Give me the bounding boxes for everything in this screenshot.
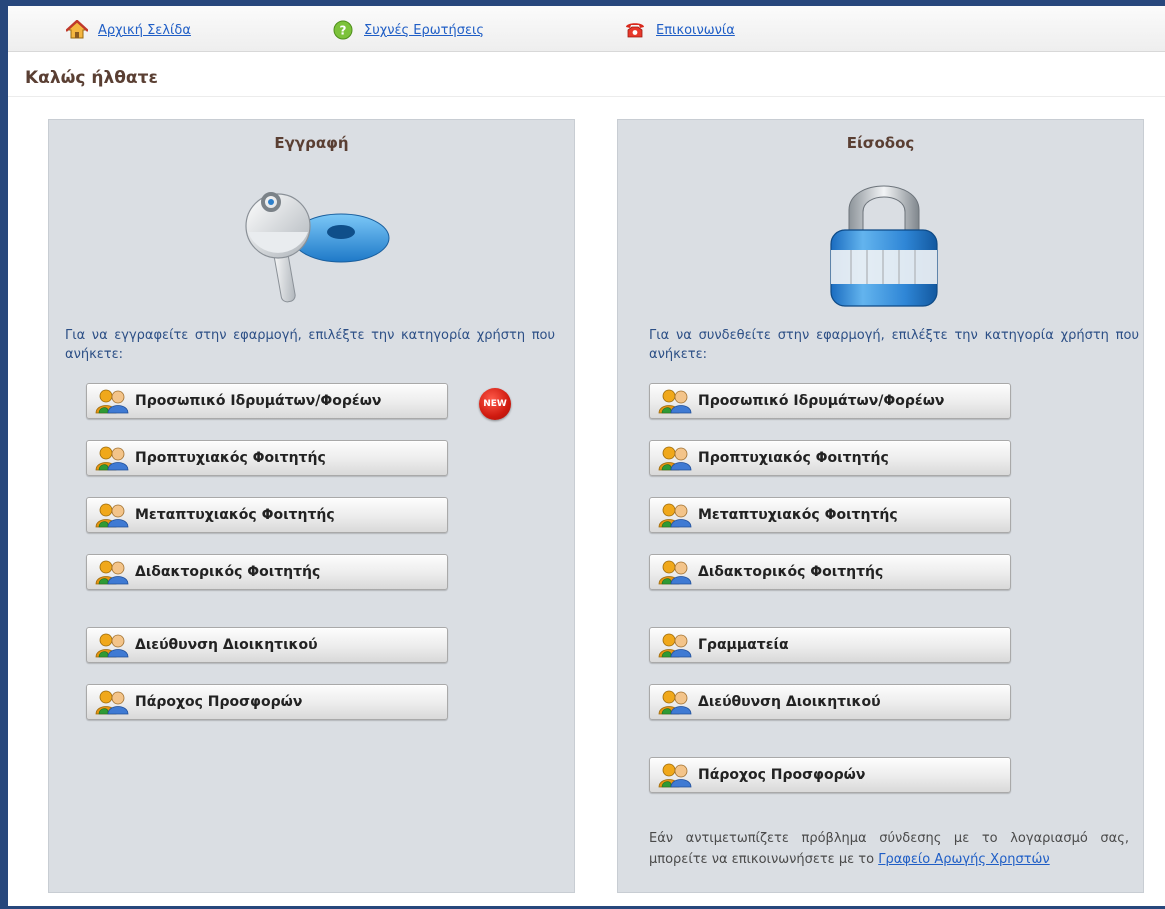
users-icon xyxy=(658,388,692,414)
users-icon xyxy=(95,559,129,585)
users-icon xyxy=(658,689,692,715)
users-icon xyxy=(95,502,129,528)
top-navigation: Αρχική Σελίδα ? Συχνές Ερωτήσεις Επικοιν… xyxy=(8,6,1165,52)
login-admin-directorate-label: Διεύθυνση Διοικητικού xyxy=(698,694,881,710)
register-postgraduate-label: Μεταπτυχιακός Φοιτητής xyxy=(135,507,335,523)
telephone-icon xyxy=(626,23,644,38)
login-secretariat-label: Γραμματεία xyxy=(698,637,789,653)
login-help-note: Εάν αντιμετωπίζετε πρόβλημα σύνδεσης με … xyxy=(649,828,1129,870)
svg-text:?: ? xyxy=(340,24,347,38)
login-offer-provider-label: Πάροχος Προσφορών xyxy=(698,767,866,783)
login-doctoral-button[interactable]: Διδακτορικός Φοιτητής xyxy=(649,554,1011,590)
users-icon xyxy=(658,559,692,585)
register-admin-directorate-button[interactable]: Διεύθυνση Διοικητικού xyxy=(86,627,448,663)
window-frame-left xyxy=(0,0,8,909)
nav-contact[interactable]: Επικοινωνία xyxy=(624,20,735,40)
users-icon xyxy=(95,632,129,658)
register-undergraduate-button[interactable]: Προπτυχιακός Φοιτητής xyxy=(86,440,448,476)
home-link[interactable]: Αρχική Σελίδα xyxy=(98,23,191,38)
page-title: Καλώς ήλθατε xyxy=(25,68,158,88)
login-undergraduate-label: Προπτυχιακός Φοιτητής xyxy=(698,450,889,466)
login-secretariat-button[interactable]: Γραμματεία xyxy=(649,627,1011,663)
contact-link[interactable]: Επικοινωνία xyxy=(656,23,735,38)
login-postgraduate-button[interactable]: Μεταπτυχιακός Φοιτητής xyxy=(649,497,1011,533)
users-icon xyxy=(658,632,692,658)
login-panel: Είσοδος Για να συνδεθείτε στην εφαρμογή,… xyxy=(617,119,1144,893)
title-divider xyxy=(8,96,1165,97)
login-doctoral-label: Διδακτορικός Φοιτητής xyxy=(698,564,884,580)
faq-link[interactable]: Συχνές Ερωτήσεις xyxy=(364,23,484,38)
register-heading: Εγγραφή xyxy=(274,134,349,152)
users-icon xyxy=(658,762,692,788)
login-instructions: Για να συνδεθείτε στην εφαρμογή, επιλέξτ… xyxy=(649,328,1139,362)
users-icon xyxy=(658,445,692,471)
login-staff-button[interactable]: Προσωπικό Ιδρυμάτων/Φορέων xyxy=(649,383,1011,419)
house-icon xyxy=(66,20,88,39)
register-undergraduate-label: Προπτυχιακός Φοιτητής xyxy=(135,450,326,466)
login-heading: Είσοδος xyxy=(846,134,915,152)
register-panel: Εγγραφή Για να εγγραφείτε στην εφαρμογή,… xyxy=(48,119,575,893)
register-staff-button[interactable]: Προσωπικό Ιδρυμάτων/Φορέων xyxy=(86,383,448,419)
login-admin-directorate-button[interactable]: Διεύθυνση Διοικητικού xyxy=(649,684,1011,720)
question-icon: ? xyxy=(333,20,353,40)
new-badge: NEW xyxy=(479,388,511,420)
login-staff-label: Προσωπικό Ιδρυμάτων/Φορέων xyxy=(698,393,945,409)
nav-home[interactable]: Αρχική Σελίδα xyxy=(66,20,191,40)
helpdesk-link[interactable]: Γραφείο Αρωγής Χρηστών xyxy=(878,852,1050,867)
users-icon xyxy=(658,502,692,528)
login-postgraduate-label: Μεταπτυχιακός Φοιτητής xyxy=(698,507,898,523)
register-offer-provider-label: Πάροχος Προσφορών xyxy=(135,694,303,710)
register-staff-label: Προσωπικό Ιδρυμάτων/Φορέων xyxy=(135,393,382,409)
nav-faq[interactable]: ? Συχνές Ερωτήσεις xyxy=(332,20,484,40)
login-undergraduate-button[interactable]: Προπτυχιακός Φοιτητής xyxy=(649,440,1011,476)
register-postgraduate-button[interactable]: Μεταπτυχιακός Φοιτητής xyxy=(86,497,448,533)
login-offer-provider-button[interactable]: Πάροχος Προσφορών xyxy=(649,757,1011,793)
keys-icon xyxy=(245,192,390,303)
register-doctoral-label: Διδακτορικός Φοιτητής xyxy=(135,564,321,580)
register-admin-directorate-label: Διεύθυνση Διοικητικού xyxy=(135,637,318,653)
users-icon xyxy=(95,445,129,471)
users-icon xyxy=(95,388,129,414)
users-icon xyxy=(95,689,129,715)
register-offer-provider-button[interactable]: Πάροχος Προσφορών xyxy=(86,684,448,720)
register-instructions: Για να εγγραφείτε στην εφαρμογή, επιλέξτ… xyxy=(65,328,555,362)
register-doctoral-button[interactable]: Διδακτορικός Φοιτητής xyxy=(86,554,448,590)
padlock-icon xyxy=(830,185,938,307)
